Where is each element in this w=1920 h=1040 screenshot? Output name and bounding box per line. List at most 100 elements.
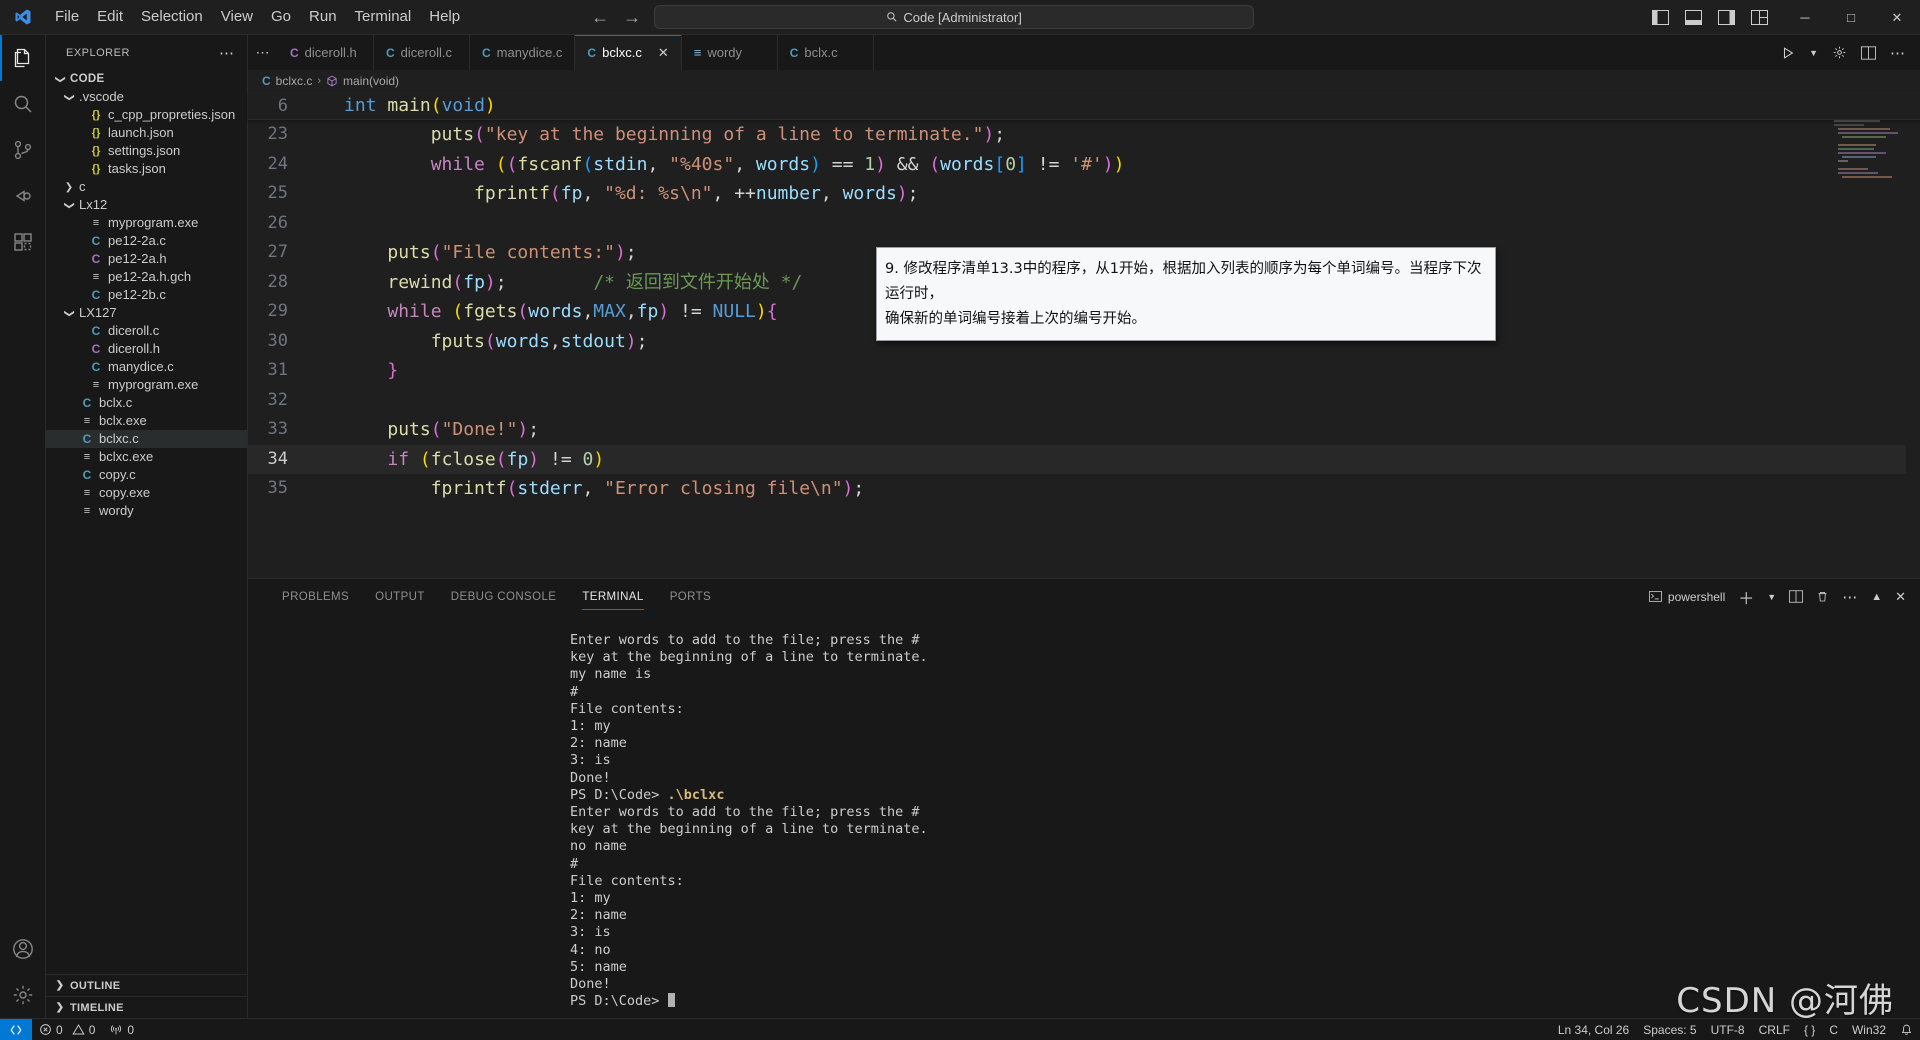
panel-more-actions-icon[interactable]: ⋯ <box>1842 588 1858 606</box>
panel-tab-terminal[interactable]: TERMINAL <box>582 583 645 610</box>
close-window-button[interactable]: ✕ <box>1874 0 1920 35</box>
split-terminal-icon[interactable] <box>1789 590 1804 603</box>
editor-scrollbar[interactable] <box>1906 120 1920 578</box>
menu-terminal[interactable]: Terminal <box>346 4 421 30</box>
remote-indicator-button[interactable] <box>0 1018 32 1040</box>
tree-item-myprogram-exe[interactable]: ≡ myprogram.exe <box>46 376 247 394</box>
panel-tab-problems[interactable]: PROBLEMS <box>282 583 349 610</box>
status-problems[interactable]: 0 0 <box>32 1019 102 1040</box>
code-line[interactable]: 34 if (fclose(fp) != 0) <box>248 444 1920 474</box>
breadcrumb-file[interactable]: bclxc.c <box>276 74 313 88</box>
code-line[interactable]: 23 puts("key at the beginning of a line … <box>248 120 1920 150</box>
forward-arrow-icon[interactable]: → <box>623 8 641 26</box>
command-center[interactable]: Code [Administrator] <box>654 5 1255 29</box>
tree-item-lx127[interactable]: ❯ LX127 <box>46 304 247 322</box>
activity-item-extensions[interactable] <box>0 219 46 265</box>
tree-item-wordy[interactable]: ≡ wordy <box>46 502 247 520</box>
menu-go[interactable]: Go <box>262 4 300 30</box>
menu-file[interactable]: File <box>46 4 88 30</box>
editor-tab-diceroll-h[interactable]: Cdiceroll.h <box>278 35 374 70</box>
tree-item-pe12-2a-c[interactable]: Cpe12-2a.c <box>46 232 247 250</box>
activity-item-accounts[interactable] <box>0 926 46 972</box>
tree-item-bclx-exe[interactable]: ≡ bclx.exe <box>46 412 247 430</box>
activity-item-search[interactable] <box>0 81 46 127</box>
tree-item-c-cpp-propreties-json[interactable]: {} c_cpp_propreties.json <box>46 106 247 124</box>
tree-item-pe12-2a-h[interactable]: Cpe12-2a.h <box>46 250 247 268</box>
activity-item-source-control[interactable] <box>0 127 46 173</box>
status-notifications[interactable] <box>1893 1019 1920 1040</box>
back-arrow-icon[interactable]: ← <box>591 8 609 26</box>
editor-tabs[interactable]: Cdiceroll.h Cdiceroll.c Cmanydice.c Cbclxc.… <box>278 35 874 70</box>
terminal-output[interactable]: Enter words to add to the file; press th… <box>248 614 1920 1018</box>
tree-item-bclxc-c[interactable]: Cbclxc.c <box>46 430 247 448</box>
code-editor[interactable]: 23 puts("key at the beginning of a line … <box>248 120 1920 578</box>
breadcrumb-symbol[interactable]: main(void) <box>343 74 399 88</box>
sidebar-section-outline[interactable]: ❯ OUTLINE <box>46 974 247 996</box>
editor-tab-bclxc-c[interactable]: Cbclxc.c ✕ <box>575 35 682 70</box>
activity-item-run-and-debug[interactable] <box>0 173 46 219</box>
new-terminal-icon[interactable]: ＋ <box>1738 585 1754 609</box>
menu-bar[interactable]: File Edit Selection View Go Run Terminal… <box>46 4 469 30</box>
activity-item-explorer[interactable] <box>0 35 46 81</box>
tree-item-settings-json[interactable]: {} settings.json <box>46 142 247 160</box>
tree-item-copy-exe[interactable]: ≡ copy.exe <box>46 484 247 502</box>
breadcrumb[interactable]: C bclxc.c › main(void) <box>248 70 1920 92</box>
activity-item-settings[interactable] <box>0 972 46 1018</box>
status-cursor-position[interactable]: Ln 34, Col 26 <box>1551 1019 1636 1040</box>
file-tree[interactable]: ❯ CODE ❯ .vscode {} c_cpp_propreties.json {} la… <box>46 70 247 974</box>
tree-item-myprogram-exe[interactable]: ≡ myprogram.exe <box>46 214 247 232</box>
tree-item-code[interactable]: ❯ CODE <box>46 70 247 88</box>
tree-item-diceroll-h[interactable]: Cdiceroll.h <box>46 340 247 358</box>
code-line[interactable]: 31 } <box>248 356 1920 386</box>
editor-tab-wordy[interactable]: ≡ wordy <box>681 35 778 70</box>
terminal-shell-chip[interactable]: powershell <box>1648 590 1725 604</box>
layout-controls[interactable] <box>1652 10 1782 25</box>
sidebar-section-timeline[interactable]: ❯ TIMELINE <box>46 996 247 1018</box>
chevron-down-icon[interactable]: ▼ <box>1767 592 1776 602</box>
tree-item-pe12-2b-c[interactable]: Cpe12-2b.c <box>46 286 247 304</box>
navigation-arrows[interactable]: ← → <box>591 8 641 26</box>
chevron-down-icon[interactable]: ▼ <box>1809 48 1818 58</box>
split-editor-icon[interactable] <box>1861 45 1876 60</box>
panel-tab-ports[interactable]: PORTS <box>670 583 711 610</box>
code-line[interactable]: 24 while ((fscanf(stdin, "%40s", words) … <box>248 150 1920 180</box>
close-panel-icon[interactable]: ✕ <box>1895 589 1906 605</box>
menu-selection[interactable]: Selection <box>132 4 212 30</box>
sidebar-more-actions-icon[interactable]: ⋯ <box>219 44 241 62</box>
panel-tab-output[interactable]: OUTPUT <box>375 583 425 610</box>
code-line[interactable]: 25 fprintf(fp, "%d: %s\n", ++number, wor… <box>248 179 1920 209</box>
minimap[interactable] <box>1828 120 1906 224</box>
status-ports[interactable]: 0 <box>102 1019 141 1040</box>
editor-more-actions-icon[interactable]: ⋯ <box>1890 44 1906 62</box>
code-line[interactable]: 32 <box>248 386 1920 416</box>
kill-terminal-icon[interactable] <box>1816 590 1829 603</box>
menu-help[interactable]: Help <box>420 4 469 30</box>
tree-item-bclxc-exe[interactable]: ≡ bclxc.exe <box>46 448 247 466</box>
menu-view[interactable]: View <box>212 4 262 30</box>
panel-tab-debug-console[interactable]: DEBUG CONSOLE <box>451 583 557 610</box>
tree-item-launch-json[interactable]: {} launch.json <box>46 124 247 142</box>
code-line[interactable]: 26 <box>248 209 1920 239</box>
editor-tab-manydice-c[interactable]: Cmanydice.c <box>470 35 576 70</box>
menu-run[interactable]: Run <box>300 4 346 30</box>
editor-tab-bclx-c[interactable]: Cbclx.c <box>777 35 874 70</box>
tree-item-c[interactable]: ❯ c <box>46 178 247 196</box>
gear-icon[interactable] <box>1832 45 1847 60</box>
menu-edit[interactable]: Edit <box>88 4 132 30</box>
tree-item-lx12[interactable]: ❯ Lx12 <box>46 196 247 214</box>
tree-item-copy-c[interactable]: Ccopy.c <box>46 466 247 484</box>
tree-item-diceroll-c[interactable]: Cdiceroll.c <box>46 322 247 340</box>
run-code-icon[interactable] <box>1781 46 1795 60</box>
tabs-overflow-icon[interactable]: ⋯ <box>248 35 278 70</box>
maximize-button[interactable]: □ <box>1828 0 1874 35</box>
editor-tab-diceroll-c[interactable]: Cdiceroll.c <box>374 35 470 70</box>
tree-item--vscode[interactable]: ❯ .vscode <box>46 88 247 106</box>
close-tab-icon[interactable]: ✕ <box>658 45 669 61</box>
panel-actions[interactable]: powershell ＋ ▼ ⋯ ▲ ✕ <box>1648 585 1920 609</box>
editor-actions[interactable]: ▼ ⋯ <box>1781 35 1920 70</box>
tree-item-manydice-c[interactable]: Cmanydice.c <box>46 358 247 376</box>
maximize-panel-icon[interactable]: ▲ <box>1871 591 1882 603</box>
code-line[interactable]: 35 fprintf(stderr, "Error closing file\n… <box>248 474 1920 504</box>
tree-item-tasks-json[interactable]: {} tasks.json <box>46 160 247 178</box>
tree-item-bclx-c[interactable]: Cbclx.c <box>46 394 247 412</box>
